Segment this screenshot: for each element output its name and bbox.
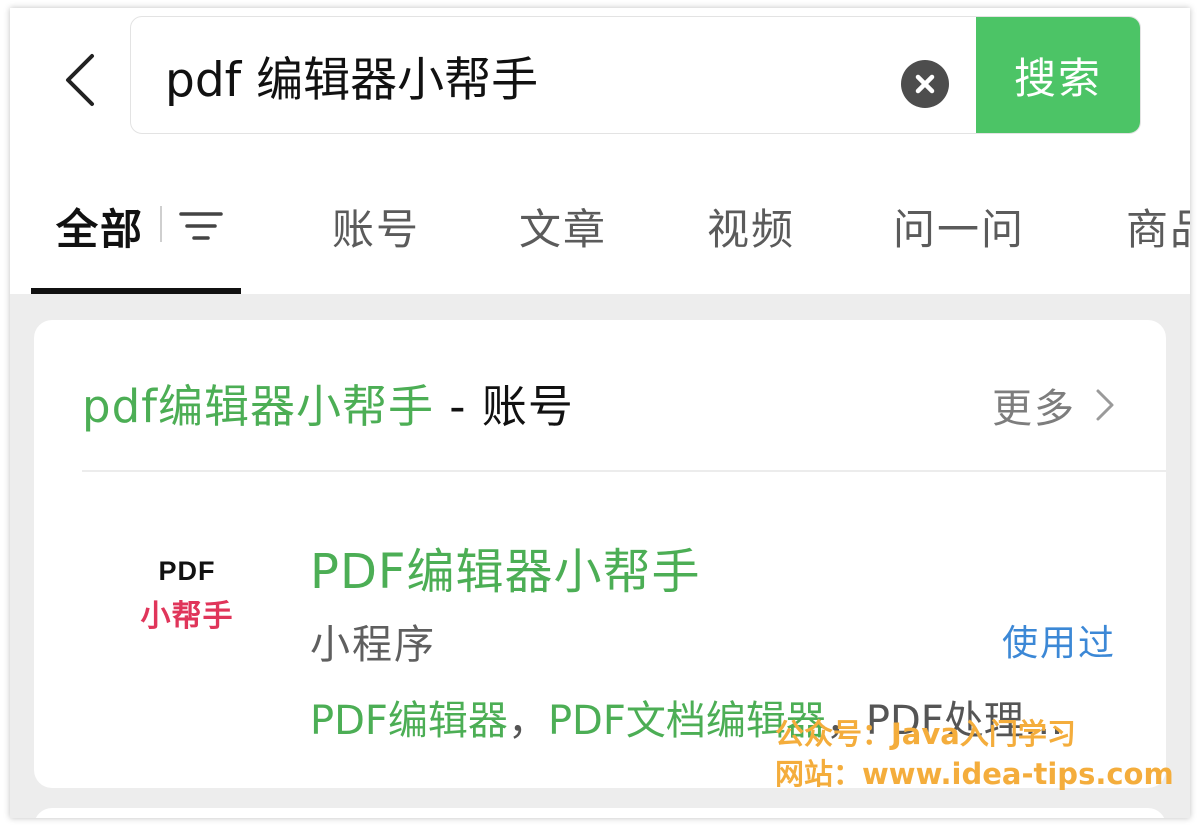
active-tab-indicator (31, 288, 241, 294)
search-input[interactable] (165, 39, 865, 111)
filter-icon (179, 212, 223, 240)
search-button[interactable]: 搜索 (976, 17, 1140, 133)
more-button[interactable]: 更多 (992, 376, 1116, 434)
back-button[interactable] (48, 40, 108, 120)
tab-bar: 全部 账号 文章 视频 问一问 商品 (10, 168, 1190, 294)
more-label: 更多 (992, 386, 1076, 432)
logo-text-helper: 小帮手 (140, 599, 234, 634)
app-window: 搜索 全部 账号 文章 视频 问一问 商品 pdf编辑器小帮手 - 账号 (10, 8, 1190, 818)
result-title-link[interactable]: PDF编辑器小帮手 (310, 532, 701, 602)
section-title-keyword: pdf编辑器小帮手 (82, 380, 434, 433)
watermark: 公众号：Java入门学习 网站：www.idea-tips.com (775, 714, 1174, 794)
section-title: pdf编辑器小帮手 - 账号 (82, 370, 574, 435)
tab-ask[interactable]: 问一问 (893, 196, 1025, 257)
watermark-line-1: 公众号：Java入门学习 (775, 717, 1076, 751)
clear-search-button[interactable] (901, 60, 949, 108)
result-type: 小程序 (310, 622, 436, 668)
section-divider (82, 470, 1166, 472)
tab-all[interactable]: 全部 (56, 196, 144, 257)
tab-videos[interactable]: 视频 (707, 196, 795, 257)
tab-divider (160, 206, 162, 242)
watermark-line-2: 网站：www.idea-tips.com (775, 757, 1174, 791)
app-logo[interactable]: PDF 小帮手 (112, 556, 262, 676)
section-title-suffix: - 账号 (433, 380, 574, 433)
logo-text-pdf: PDF (158, 556, 216, 586)
clear-circle-icon (915, 74, 935, 94)
tab-products[interactable]: 商品 (1126, 196, 1190, 257)
chevron-right-icon (1096, 389, 1114, 421)
tag-pdf-editor: PDF编辑器 (310, 698, 508, 744)
chevron-left-icon (66, 54, 94, 106)
used-badge: 使用过 (1001, 623, 1116, 664)
filter-button[interactable] (178, 206, 224, 246)
search-header: 搜索 全部 账号 文章 视频 问一问 商品 (10, 8, 1190, 294)
next-result-card (34, 808, 1166, 818)
search-box: 搜索 (130, 16, 1141, 134)
tab-articles[interactable]: 文章 (519, 196, 607, 257)
tag-separator: ， (507, 698, 548, 744)
tab-accounts[interactable]: 账号 (332, 196, 420, 257)
